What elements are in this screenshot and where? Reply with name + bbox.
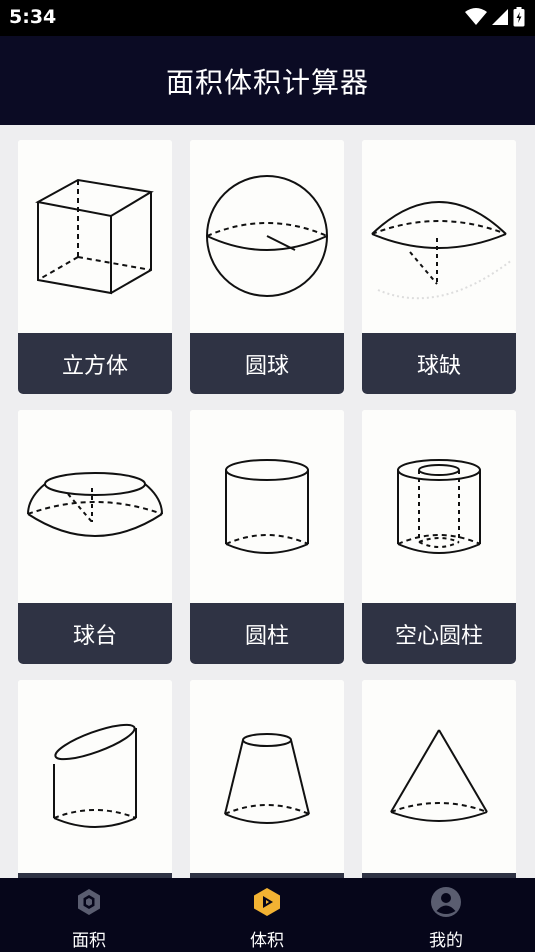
page-title: 面积体积计算器 (165, 65, 369, 99)
shape-grid: 立方体 圆球 球缺 球台 圆柱 空心圆柱 (18, 140, 518, 878)
shape-card-cube[interactable]: 立方体 (18, 140, 172, 394)
shape-card-spherical-cap[interactable]: 球缺 (362, 140, 516, 394)
shape-label: 球台 (18, 603, 172, 664)
shape-card-cone[interactable] (362, 680, 516, 878)
nav-item-volume[interactable]: 体积 (207, 878, 327, 952)
shape-card-truncated-cylinder[interactable] (18, 680, 172, 878)
shape-label: 圆球 (190, 333, 344, 394)
nav-label: 面积 (72, 931, 106, 951)
shape-label: 圆柱 (190, 603, 344, 664)
shape-card-spherical-segment[interactable]: 球台 (18, 410, 172, 664)
spherical-cap-diagram (362, 140, 516, 333)
signal-icon (492, 9, 508, 25)
shape-label: 立方体 (18, 333, 172, 394)
truncated-cylinder-diagram (18, 680, 172, 873)
nav-label: 体积 (250, 931, 284, 951)
cone-diagram (362, 680, 516, 873)
cylinder-diagram (190, 410, 344, 603)
wifi-icon (465, 8, 487, 25)
shape-card-frustum[interactable] (190, 680, 344, 878)
status-icons (465, 7, 525, 27)
frustum-diagram (190, 680, 344, 873)
user-icon (431, 887, 461, 917)
app-bar: 面积体积计算器 (0, 36, 535, 125)
bottom-nav: 面积 体积 我的 (0, 878, 535, 952)
nav-item-area[interactable]: 面积 (29, 878, 149, 952)
cube-diagram (18, 140, 172, 333)
shape-card-hollow-cylinder[interactable]: 空心圆柱 (362, 410, 516, 664)
shape-label: 空心圆柱 (362, 603, 516, 664)
shape-label: 球缺 (362, 333, 516, 394)
spherical-segment-diagram (18, 410, 172, 603)
shape-card-cylinder[interactable]: 圆柱 (190, 410, 344, 664)
hollow-cylinder-diagram (362, 410, 516, 603)
battery-icon (513, 7, 525, 27)
nav-item-mine[interactable]: 我的 (386, 878, 506, 952)
sphere-diagram (190, 140, 344, 333)
cube-play-icon (254, 888, 280, 916)
status-time: 5:34 (9, 6, 57, 28)
status-bar: 5:34 (0, 0, 535, 36)
nav-label: 我的 (429, 931, 463, 951)
hexagon-icon (78, 889, 100, 915)
shape-card-sphere[interactable]: 圆球 (190, 140, 344, 394)
